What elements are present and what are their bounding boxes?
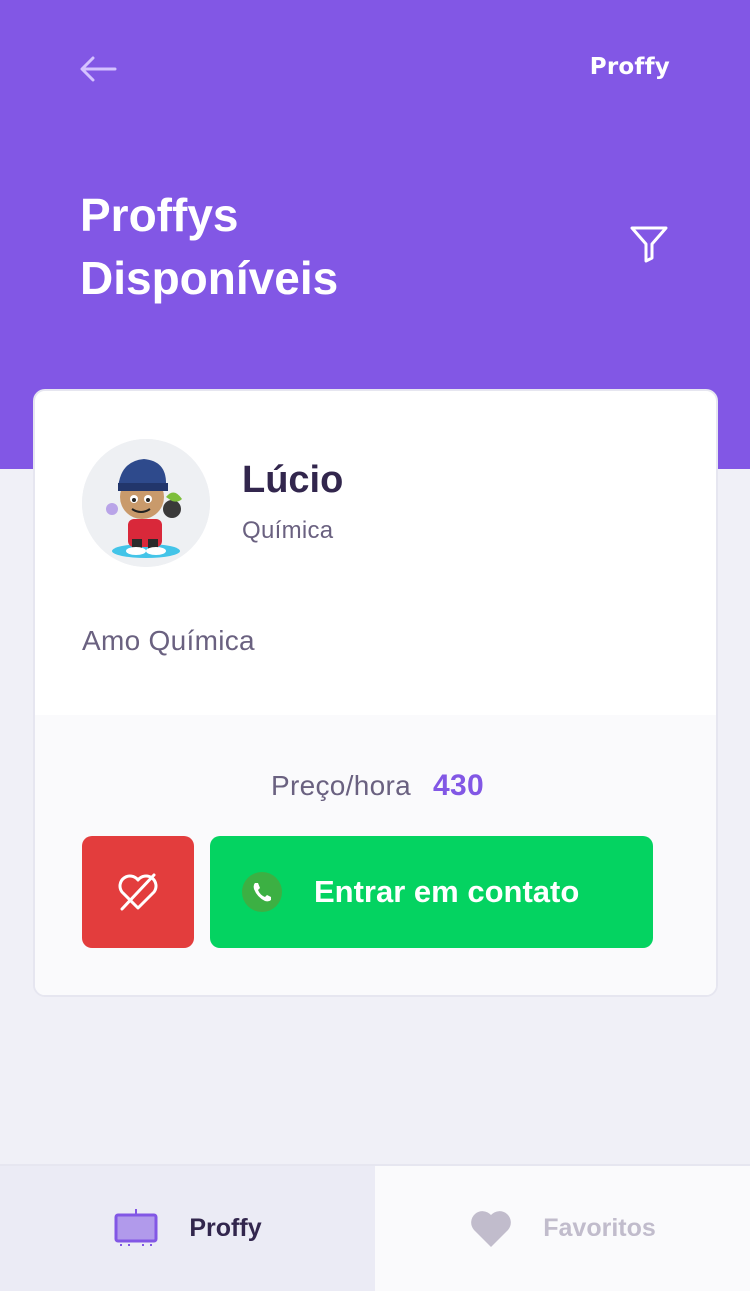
teacher-card: Lúcio Química Amo Química Preço/hora 430 … xyxy=(33,389,718,997)
price: Preço/hora 430 xyxy=(35,769,716,803)
tab-proffy[interactable]: Proffy xyxy=(0,1166,375,1291)
tab-favoritos[interactable]: Favoritos xyxy=(375,1166,750,1291)
teacher-bio: Amo Química xyxy=(82,625,255,656)
arrow-left-icon xyxy=(80,56,117,82)
heart-icon xyxy=(471,1210,512,1247)
price-value: 430 xyxy=(433,769,484,802)
page-title-line2: Disponíveis xyxy=(80,252,339,304)
unfavorite-button[interactable] xyxy=(82,836,194,948)
back-button[interactable] xyxy=(76,52,120,86)
tab-favoritos-label: Favoritos xyxy=(543,1214,656,1242)
avatar xyxy=(82,439,210,567)
bottom-tab-bar: Proffy Favoritos xyxy=(0,1164,750,1291)
price-label: Preço/hora xyxy=(271,770,411,801)
tab-proffy-label: Proffy xyxy=(189,1214,262,1242)
page-title-line1: Proffys xyxy=(80,189,239,241)
teacher-subject: Química xyxy=(242,517,334,544)
contact-button-label: Entrar em contato xyxy=(314,874,580,909)
contact-button[interactable]: Entrar em contato xyxy=(210,836,653,948)
heart-off-icon xyxy=(118,873,158,911)
card-footer: Preço/hora 430 Entrar em contato xyxy=(35,715,716,995)
app-logo: Proffy xyxy=(589,54,670,80)
filter-icon xyxy=(630,226,668,263)
tv-icon xyxy=(114,1208,158,1246)
filter-button[interactable] xyxy=(626,222,672,266)
whatsapp-icon xyxy=(242,872,282,912)
teacher-name: Lúcio xyxy=(242,459,344,501)
page-title: Proffys Disponíveis xyxy=(80,184,500,310)
avatar-image xyxy=(82,439,210,567)
